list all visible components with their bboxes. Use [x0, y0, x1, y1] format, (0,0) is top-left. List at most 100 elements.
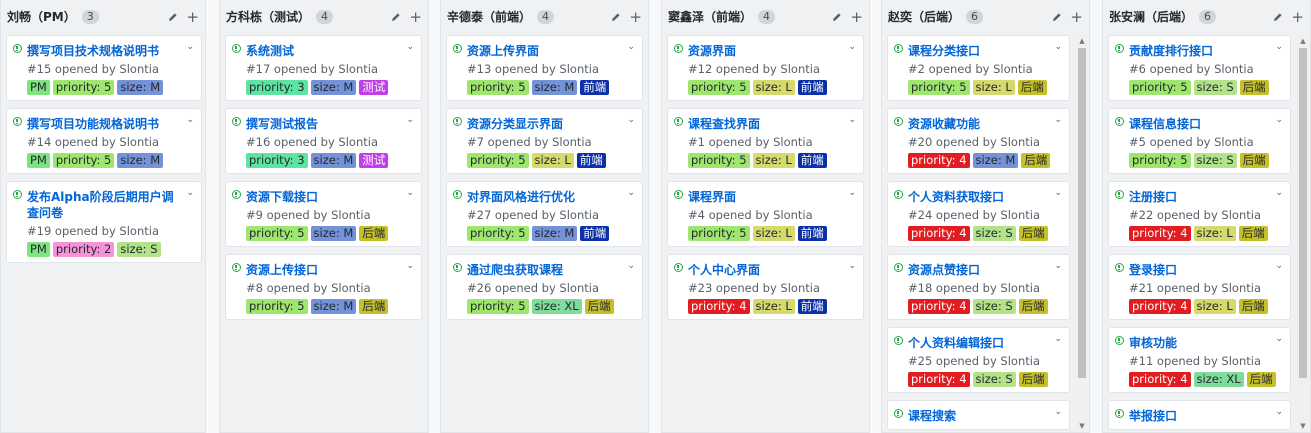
chevron-down-icon[interactable]: ⌄: [186, 115, 194, 125]
issue-card[interactable]: ⌄ 举报接口: [1108, 400, 1291, 430]
issue-label[interactable]: priority: 5: [1129, 153, 1191, 168]
issue-label[interactable]: size: S: [117, 242, 161, 257]
issue-title-link[interactable]: 资源下载接口: [246, 189, 399, 205]
issue-title-link[interactable]: 资源分类显示界面: [467, 116, 620, 132]
chevron-down-icon[interactable]: ⌄: [1275, 42, 1283, 52]
scroll-down-icon[interactable]: ▼: [1076, 421, 1088, 431]
issue-card[interactable]: ⌄ 发布Alpha阶段后期用户调查问卷 #19 opened by Slontia P…: [6, 181, 202, 263]
issue-label[interactable]: 后端: [359, 299, 389, 314]
issue-label[interactable]: size: S: [972, 226, 1016, 241]
add-card-icon[interactable]: +: [1070, 9, 1083, 24]
issue-label[interactable]: priority: 3: [246, 80, 308, 95]
issue-title-link[interactable]: 举报接口: [1129, 408, 1268, 424]
issue-label[interactable]: priority: 5: [1129, 80, 1191, 95]
issue-title-link[interactable]: 审核功能: [1129, 335, 1268, 351]
issue-label[interactable]: priority: 4: [908, 372, 970, 387]
edit-icon[interactable]: [1273, 12, 1283, 22]
issue-card[interactable]: ⌄ 个人中心界面 #23 opened by Slontia priority: 4s…: [667, 254, 864, 320]
issue-card[interactable]: ⌄ 个人资料获取接口 #24 opened by Slontia priority: …: [887, 181, 1070, 247]
issue-title-link[interactable]: 资源界面: [688, 43, 841, 59]
issue-label[interactable]: 测试: [359, 153, 389, 168]
chevron-down-icon[interactable]: ⌄: [1054, 188, 1062, 198]
scroll-up-icon[interactable]: ▲: [1297, 36, 1309, 46]
chevron-down-icon[interactable]: ⌄: [1275, 407, 1283, 417]
issue-label[interactable]: size: S: [1193, 80, 1237, 95]
issue-title-link[interactable]: 个人中心界面: [688, 262, 841, 278]
scroll-down-icon[interactable]: ▼: [1297, 421, 1309, 431]
chevron-down-icon[interactable]: ⌄: [406, 261, 414, 271]
chevron-down-icon[interactable]: ⌄: [1054, 261, 1062, 271]
issue-label[interactable]: size: L: [531, 153, 574, 168]
issue-label[interactable]: 后端: [1238, 299, 1268, 314]
edit-icon[interactable]: [391, 12, 401, 22]
chevron-down-icon[interactable]: ⌄: [1054, 407, 1062, 417]
chevron-down-icon[interactable]: ⌄: [627, 42, 635, 52]
issue-label[interactable]: priority: 4: [1129, 226, 1191, 241]
issue-title-link[interactable]: 登录接口: [1129, 262, 1268, 278]
issue-label[interactable]: size: L: [752, 80, 795, 95]
issue-title-link[interactable]: 通过爬虫获取课程: [467, 262, 620, 278]
issue-label[interactable]: 后端: [1018, 299, 1048, 314]
issue-label[interactable]: priority: 5: [688, 153, 750, 168]
issue-label[interactable]: 前端: [797, 80, 827, 95]
issue-label[interactable]: size: M: [310, 80, 357, 95]
issue-label[interactable]: 后端: [1239, 80, 1269, 95]
issue-label[interactable]: size: M: [117, 153, 164, 168]
issue-label[interactable]: priority: 5: [467, 299, 529, 314]
issue-card[interactable]: ⌄ 资源上传接口 #8 opened by Slontia priority: 5 si…: [225, 254, 422, 320]
issue-label[interactable]: size: M: [531, 80, 578, 95]
issue-card[interactable]: ⌄ 撰写项目技术规格说明书 #15 opened by Slontia PM prior…: [6, 35, 202, 101]
issue-title-link[interactable]: 资源上传接口: [246, 262, 399, 278]
issue-label[interactable]: size: L: [752, 226, 795, 241]
issue-label[interactable]: 后端: [1017, 80, 1047, 95]
issue-label[interactable]: size: M: [310, 299, 357, 314]
issue-card[interactable]: ⌄ 系统测试 #17 opened by Slontia priority: 3 siz…: [225, 35, 422, 101]
chevron-down-icon[interactable]: ⌄: [406, 42, 414, 52]
issue-card[interactable]: ⌄ 注册接口 #22 opened by Slontia priority: 4 siz…: [1108, 181, 1291, 247]
column-scrollbar[interactable]: ▲ ▼: [1297, 36, 1309, 431]
chevron-down-icon[interactable]: ⌄: [186, 42, 194, 52]
issue-label[interactable]: priority: 5: [467, 226, 529, 241]
issue-label[interactable]: priority: 5: [688, 80, 750, 95]
issue-label[interactable]: priority: 5: [467, 80, 529, 95]
issue-label[interactable]: size: L: [752, 153, 795, 168]
issue-label[interactable]: priority: 4: [1129, 372, 1191, 387]
chevron-down-icon[interactable]: ⌄: [627, 115, 635, 125]
issue-card[interactable]: ⌄ 个人资料编辑接口 #25 opened by Slontia priority: …: [887, 327, 1070, 393]
issue-label[interactable]: size: M: [972, 153, 1019, 168]
issue-label[interactable]: 后端: [1018, 372, 1048, 387]
issue-title-link[interactable]: 个人资料获取接口: [908, 189, 1047, 205]
chevron-down-icon[interactable]: ⌄: [186, 188, 194, 198]
add-card-icon[interactable]: +: [629, 9, 642, 24]
issue-label[interactable]: size: L: [752, 299, 795, 314]
issue-title-link[interactable]: 课程信息接口: [1129, 116, 1268, 132]
chevron-down-icon[interactable]: ⌄: [1275, 188, 1283, 198]
issue-label[interactable]: size: L: [1193, 299, 1236, 314]
issue-card[interactable]: ⌄ 课程查找界面 #1 opened by Slontia priority: 5 si…: [667, 108, 864, 174]
issue-label[interactable]: priority: 4: [908, 153, 970, 168]
chevron-down-icon[interactable]: ⌄: [1054, 334, 1062, 344]
chevron-down-icon[interactable]: ⌄: [627, 188, 635, 198]
issue-card[interactable]: ⌄ 撰写测试报告 #16 opened by Slontia priority: 3s…: [225, 108, 422, 174]
issue-title-link[interactable]: 撰写测试报告: [246, 116, 399, 132]
issue-card[interactable]: ⌄ 资源上传界面 #13 opened by Slontia priority: 5s…: [446, 35, 643, 101]
issue-label[interactable]: size: S: [972, 299, 1016, 314]
chevron-down-icon[interactable]: ⌄: [1275, 334, 1283, 344]
issue-label[interactable]: 前端: [797, 153, 827, 168]
issue-label[interactable]: 后端: [359, 226, 389, 241]
issue-label[interactable]: priority: 5: [467, 153, 529, 168]
chevron-down-icon[interactable]: ⌄: [406, 115, 414, 125]
issue-label[interactable]: size: XL: [1193, 372, 1244, 387]
chevron-down-icon[interactable]: ⌄: [1275, 115, 1283, 125]
issue-label[interactable]: priority: 4: [908, 299, 970, 314]
issue-label[interactable]: size: L: [972, 80, 1015, 95]
issue-label[interactable]: priority: 4: [908, 226, 970, 241]
issue-label[interactable]: 前端: [797, 226, 827, 241]
issue-label[interactable]: PM: [27, 153, 50, 168]
issue-label[interactable]: 前端: [576, 153, 606, 168]
issue-label[interactable]: priority: 5: [908, 80, 970, 95]
issue-label[interactable]: 前端: [580, 80, 610, 95]
issue-title-link[interactable]: 课程查找界面: [688, 116, 841, 132]
issue-card[interactable]: ⌄ 课程界面 #4 opened by Slontia priority: 5 size…: [667, 181, 864, 247]
issue-label[interactable]: priority: 5: [246, 226, 308, 241]
